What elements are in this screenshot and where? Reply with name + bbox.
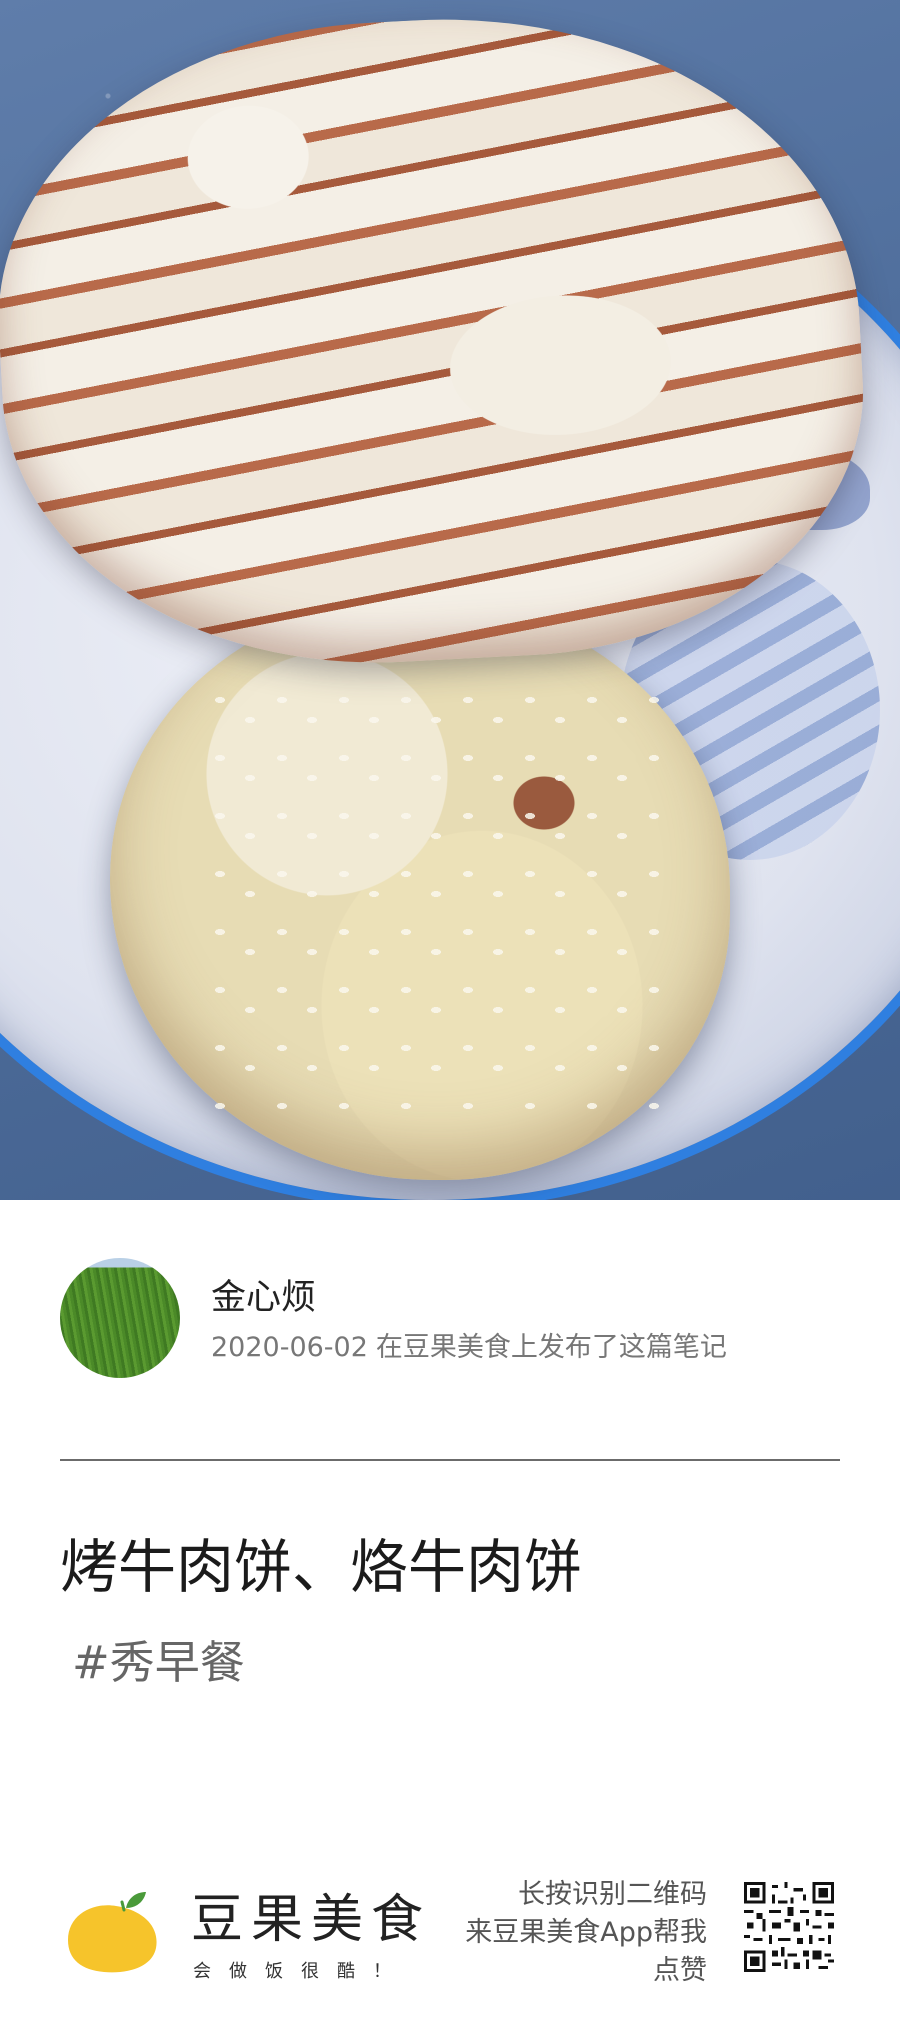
footer: 豆果美食 会做饭很酷！ 长按识别二维码 来豆果美食App帮我 点赞 <box>0 1860 900 2000</box>
qr-hint-line: 点赞 <box>653 1955 707 1986</box>
qr-code-icon[interactable] <box>744 1882 834 1972</box>
brand-slogan: 会做饭很酷！ <box>193 1961 409 1982</box>
halved-beef-bun <box>0 0 877 683</box>
note-title: 烤牛肉饼、烙牛肉饼 <box>60 1533 583 1601</box>
publish-date: 2020-06-02 <box>211 1332 368 1363</box>
note-share-page: 金心烦 2020-06-02 在豆果美食上发布了这篇笔记 烤牛肉饼、烙牛肉饼 #秀… <box>0 0 900 2038</box>
author-name[interactable]: 金心烦 <box>211 1278 316 1318</box>
topic-tag[interactable]: #秀早餐 <box>72 1636 245 1690</box>
brand-name: 豆果美食 <box>191 1890 432 1950</box>
qr-hint-line: 长按识别二维码 <box>518 1879 707 1910</box>
food-photo <box>0 0 900 1200</box>
avatar[interactable] <box>60 1258 180 1378</box>
author-block: 金心烦 2020-06-02 在豆果美食上发布了这篇笔记 <box>60 1258 840 1382</box>
publish-text: 在豆果美食上发布了这篇笔记 <box>375 1332 727 1363</box>
publish-info: 2020-06-02 在豆果美食上发布了这篇笔记 <box>211 1332 727 1364</box>
sesame-seeds <box>200 680 660 1120</box>
qr-hint-line: 来豆果美食App帮我 <box>465 1917 707 1948</box>
qr-hint: 长按识别二维码 来豆果美食App帮我 点赞 <box>427 1876 707 1990</box>
divider <box>60 1459 840 1461</box>
mango-logo-icon <box>68 1892 157 1973</box>
